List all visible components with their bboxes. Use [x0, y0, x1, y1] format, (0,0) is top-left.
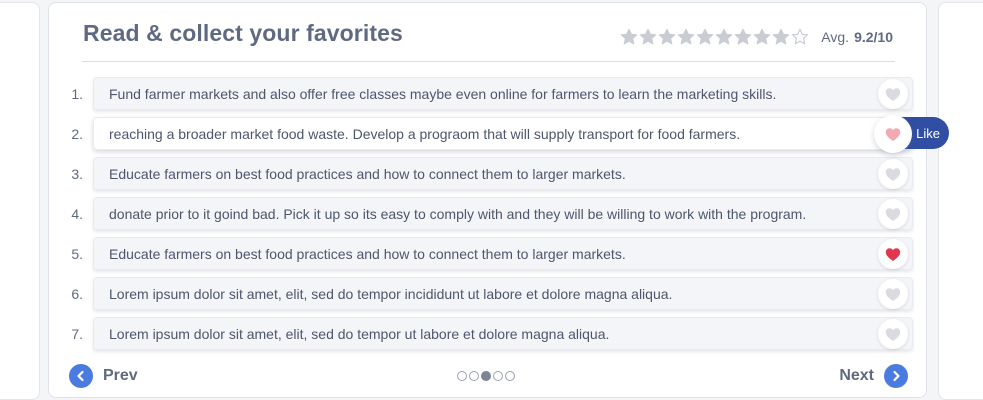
rating-summary: Avg. 9.2/10 [620, 27, 895, 47]
card-title: Read & collect your favorites [83, 20, 403, 46]
star-filled-icon [678, 28, 695, 45]
page-dots [457, 371, 515, 381]
star-rating [620, 28, 809, 46]
item-text: Educate farmers on best food practices a… [109, 166, 626, 182]
pagination: Prev Next [49, 363, 928, 391]
item-text: Fund farmer markets and also offer free … [109, 86, 777, 102]
star-filled-icon [735, 28, 752, 45]
heart-filled-icon [885, 247, 901, 261]
star-empty-icon [792, 28, 809, 45]
prev-label: Prev [103, 367, 138, 384]
item-number: 3. [71, 166, 83, 182]
next-card-edge [938, 2, 983, 400]
item-number: 4. [71, 206, 83, 222]
heart-icon [885, 167, 901, 181]
star-filled-icon [621, 28, 638, 45]
next-button[interactable]: Next [839, 363, 908, 389]
page-dot-active[interactable] [481, 371, 491, 381]
item-number: 6. [71, 286, 83, 302]
item-text: reaching a broader market food waste. De… [109, 126, 741, 142]
item-card[interactable]: reaching a broader market food waste. De… [93, 117, 913, 150]
chevron-left-icon [69, 364, 93, 388]
page-dot[interactable] [469, 371, 479, 381]
item-text: Lorem ipsum dolor sit amet, elit, sed do… [109, 326, 610, 342]
like-button[interactable] [878, 79, 908, 109]
like-button[interactable] [878, 319, 908, 349]
previous-card-edge [0, 2, 40, 400]
chevron-right-icon [884, 364, 908, 388]
heart-icon [885, 127, 901, 141]
list-item: 4. donate prior to it goind bad. Pick it … [49, 197, 928, 231]
list-item: 5. Educate farmers on best food practices… [49, 237, 928, 271]
star-filled-icon [697, 28, 714, 45]
card-header: Read & collect your favorites Avg. 9.2/1… [82, 3, 895, 62]
list-item: 7. Lorem ipsum dolor sit amet, elit, sed … [49, 317, 928, 351]
page-dot[interactable] [505, 371, 515, 381]
item-card[interactable]: Lorem ipsum dolor sit amet, elit, sed do… [93, 317, 913, 350]
item-card[interactable]: donate prior to it goind bad. Pick it up… [93, 197, 913, 230]
star-filled-icon [754, 28, 771, 45]
item-card[interactable]: Educate farmers on best food practices a… [93, 157, 913, 190]
star-filled-icon [716, 28, 733, 45]
star-filled-icon [773, 28, 790, 45]
item-card[interactable]: Educate farmers on best food practices a… [93, 237, 913, 270]
like-button[interactable] [878, 199, 908, 229]
item-text: donate prior to it goind bad. Pick it up… [109, 206, 807, 222]
item-number: 7. [71, 326, 83, 342]
like-button[interactable] [874, 115, 912, 153]
next-label: Next [839, 367, 874, 384]
avg-value: 9.2/10 [854, 29, 893, 45]
item-text: Lorem ipsum dolor sit amet, elit, sed do… [109, 286, 673, 302]
star-filled-icon [659, 28, 676, 45]
avg-label: Avg. [821, 29, 850, 45]
item-number: 1. [71, 86, 83, 102]
list-item: 3. Educate farmers on best food practices… [49, 157, 928, 191]
list-item: 1. Fund farmer markets and also offer fre… [49, 77, 928, 111]
list-item: 2. reaching a broader market food waste. … [49, 115, 949, 153]
page-dot[interactable] [457, 371, 467, 381]
item-number: 5. [71, 246, 83, 262]
item-card[interactable]: Lorem ipsum dolor sit amet, elit, sed do… [93, 277, 913, 310]
like-button[interactable] [878, 279, 908, 309]
heart-icon [885, 327, 901, 341]
heart-icon [885, 287, 901, 301]
like-button[interactable] [878, 159, 908, 189]
page-dot[interactable] [493, 371, 503, 381]
item-card[interactable]: Fund farmer markets and also offer free … [93, 77, 913, 110]
heart-icon [885, 87, 901, 101]
item-text: Educate farmers on best food practices a… [109, 246, 626, 262]
list-item: 6. Lorem ipsum dolor sit amet, elit, sed … [49, 277, 928, 311]
favorites-card: Read & collect your favorites Avg. 9.2/1… [48, 2, 949, 398]
star-filled-icon [640, 28, 657, 45]
like-button[interactable] [878, 239, 908, 269]
item-number: 2. [71, 126, 83, 142]
heart-icon [885, 207, 901, 221]
prev-button[interactable]: Prev [69, 363, 138, 389]
